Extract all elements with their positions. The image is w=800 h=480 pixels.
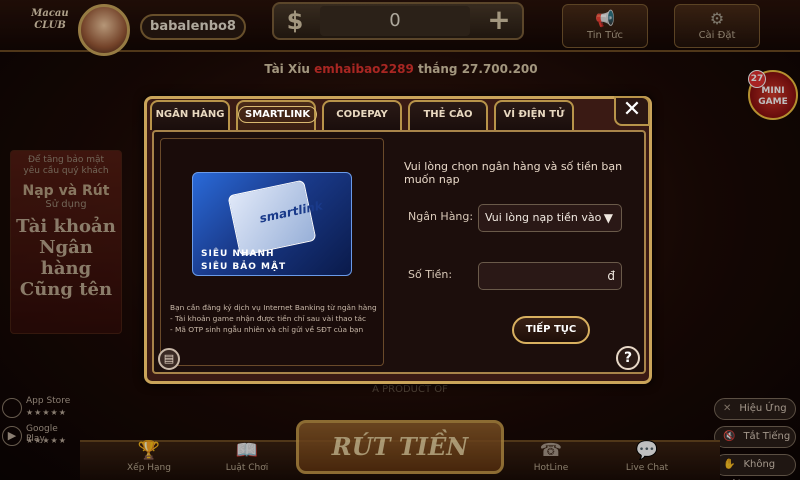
deposit-tabs: NGÂN HÀNG SMARTLINK CODEPAY THẺ CÀO VÍ Đ… — [150, 100, 594, 130]
tab-e-wallet[interactable]: VÍ ĐIỆN TỬ — [494, 100, 574, 130]
smartlink-notes: Bạn cần đăng ký dịch vụ Internet Banking… — [170, 302, 382, 335]
tab-bank[interactable]: NGÂN HÀNG — [150, 100, 230, 130]
deposit-instruction: Vui lòng chọn ngân hàng và số tiền bạn m… — [404, 160, 623, 186]
tab-smartlink-label: SMARTLINK — [238, 106, 318, 123]
bank-label: Ngân Hàng: — [408, 210, 474, 223]
tab-codepay[interactable]: CODEPAY — [322, 100, 402, 130]
tab-scratch-card-label: THẺ CÀO — [423, 109, 473, 120]
tab-smartlink[interactable]: SMARTLINK — [236, 100, 318, 130]
bank-select[interactable]: Vui lòng nạp tiền vào ▼ — [478, 204, 622, 232]
card-caption-2: SIÊU BẢO MẬT — [201, 262, 287, 272]
tab-scratch-card[interactable]: THẺ CÀO — [408, 100, 488, 130]
triangle-down-icon: ▼ — [603, 211, 613, 225]
tab-bank-label: NGÂN HÀNG — [155, 109, 225, 120]
amount-label: Số Tiền: — [408, 268, 453, 281]
currency-suffix: đ — [607, 269, 615, 283]
amount-input[interactable]: đ — [478, 262, 622, 290]
close-button[interactable]: ✕ — [614, 96, 650, 126]
smartlink-card-image: smartlink SIÊU NHANH SIÊU BẢO MẬT — [192, 172, 352, 276]
tab-e-wallet-label: VÍ ĐIỆN TỬ — [503, 109, 565, 120]
note-line: - Tài khoản game nhận được tiền chỉ sau … — [170, 314, 367, 323]
note-line: - Mã OTP sinh ngẫu nhiên và chỉ gửi về S… — [170, 325, 364, 334]
help-button[interactable]: ? — [616, 346, 640, 370]
note-line: Bạn cần đăng ký dịch vụ Internet Banking… — [170, 303, 377, 312]
document-icon[interactable]: ▤ — [158, 348, 180, 370]
bank-select-value: Vui lòng nạp tiền vào — [485, 211, 602, 224]
tab-codepay-label: CODEPAY — [336, 109, 388, 120]
continue-button[interactable]: TIẾP TỤC — [512, 316, 590, 344]
card-caption-1: SIÊU NHANH — [201, 249, 275, 259]
